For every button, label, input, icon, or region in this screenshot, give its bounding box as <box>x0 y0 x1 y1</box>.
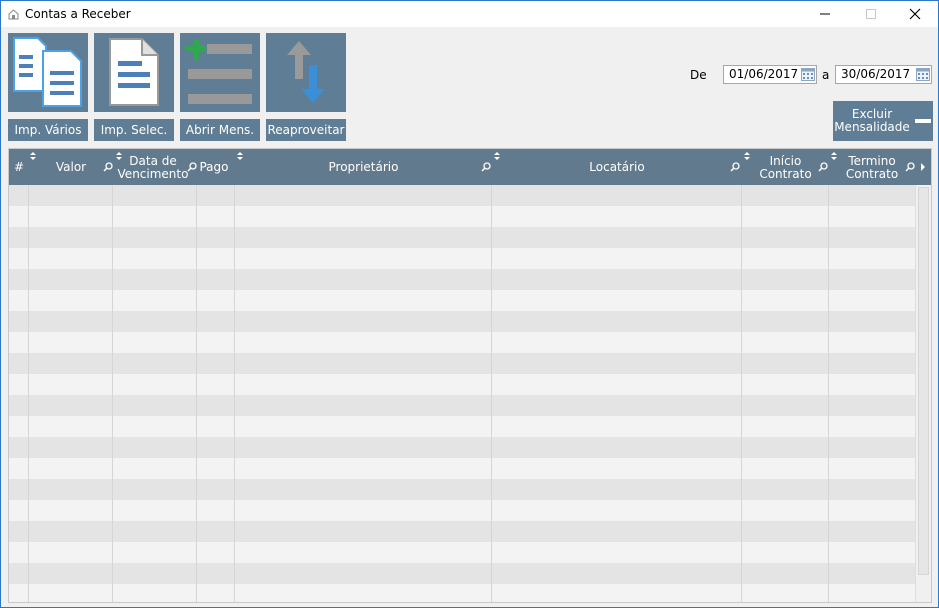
excluir-mensalidade-label: Excluir Mensalidade <box>834 107 910 134</box>
from-date-field[interactable]: 01/06/2017 <box>723 65 817 84</box>
scrollbar-thumb[interactable] <box>918 187 929 575</box>
table-row[interactable] <box>9 395 915 416</box>
table-row[interactable] <box>9 374 915 395</box>
chevron-right-icon[interactable] <box>921 163 926 171</box>
documents-multiple-icon <box>13 37 82 107</box>
table-row[interactable] <box>9 500 915 521</box>
maximize-button[interactable] <box>848 1 894 27</box>
vertical-scrollbar[interactable] <box>915 185 931 602</box>
column-header-valor[interactable]: Valor <box>29 149 113 185</box>
minimize-icon <box>820 13 830 15</box>
table-row[interactable] <box>9 437 915 458</box>
table-row[interactable] <box>9 416 915 437</box>
maximize-icon <box>866 9 876 19</box>
table-row[interactable] <box>9 227 915 248</box>
column-header-data-vencimento[interactable]: Data de Vencimento <box>113 149 197 185</box>
column-header-proprietario[interactable]: Proprietário <box>235 149 492 185</box>
document-single-icon <box>109 38 159 106</box>
contas-a-receber-window: Contas a Receber Imp. Vários Imp. Selec.… <box>0 0 939 608</box>
table-row[interactable] <box>9 248 915 269</box>
table-row[interactable] <box>9 290 915 311</box>
table-row[interactable] <box>9 479 915 500</box>
column-header-termino-contrato[interactable]: Termino Contrato <box>829 149 931 185</box>
add-list-icon <box>186 39 252 104</box>
column-header-inicio-contrato[interactable]: Início Contrato <box>742 149 829 185</box>
imp-varios-button[interactable] <box>8 33 88 112</box>
search-icon[interactable] <box>905 162 915 172</box>
to-date-field[interactable]: 30/06/2017 <box>835 65 932 84</box>
table-row[interactable] <box>9 458 915 479</box>
search-icon[interactable] <box>818 162 828 172</box>
abrir-mens-label[interactable]: Abrir Mens. <box>180 119 260 141</box>
minus-icon <box>915 119 931 123</box>
table-row[interactable] <box>9 269 915 290</box>
abrir-mens-button[interactable] <box>180 33 260 112</box>
table-row[interactable] <box>9 185 915 206</box>
reaproveitar-label[interactable]: Reaproveitar <box>266 119 346 141</box>
column-header-locatario[interactable]: Locatário <box>492 149 742 185</box>
search-icon[interactable] <box>730 162 740 172</box>
excluir-mensalidade-button[interactable]: Excluir Mensalidade <box>833 101 933 141</box>
calendar-icon[interactable] <box>801 68 815 81</box>
imp-varios-label[interactable]: Imp. Vários <box>8 119 88 141</box>
swap-arrows-icon <box>287 41 325 103</box>
calendar-icon[interactable] <box>916 68 930 81</box>
imp-selec-button[interactable] <box>94 33 174 112</box>
sort-icon[interactable] <box>494 152 500 160</box>
table-row[interactable] <box>9 353 915 374</box>
table-row[interactable] <box>9 311 915 332</box>
table-row[interactable] <box>9 521 915 542</box>
title-bar[interactable]: Contas a Receber <box>1 1 938 27</box>
from-date-label: De <box>690 68 707 82</box>
window-title: Contas a Receber <box>25 7 131 21</box>
column-header-number[interactable]: # <box>9 149 36 185</box>
close-icon <box>909 8 921 20</box>
to-date-label: a <box>822 68 830 82</box>
search-icon[interactable] <box>103 162 113 172</box>
to-date-value: 30/06/2017 <box>841 67 911 81</box>
table-row[interactable] <box>9 206 915 227</box>
grid-body[interactable] <box>9 185 915 602</box>
column-header-pago[interactable]: Pago <box>197 149 243 185</box>
search-icon[interactable] <box>481 162 491 172</box>
table-row[interactable] <box>9 563 915 584</box>
table-row[interactable] <box>9 584 915 602</box>
table-row[interactable] <box>9 542 915 563</box>
minimize-button[interactable] <box>802 1 848 27</box>
close-button[interactable] <box>892 1 938 27</box>
contas-grid[interactable]: # Valor Data de Vencimento Pago Propriet… <box>8 148 932 603</box>
reaproveitar-button[interactable] <box>266 33 346 112</box>
home-icon <box>8 9 19 20</box>
imp-selec-label[interactable]: Imp. Selec. <box>94 119 174 141</box>
grid-header: # Valor Data de Vencimento Pago Propriet… <box>9 149 931 185</box>
table-row[interactable] <box>9 332 915 353</box>
from-date-value: 01/06/2017 <box>729 67 799 81</box>
